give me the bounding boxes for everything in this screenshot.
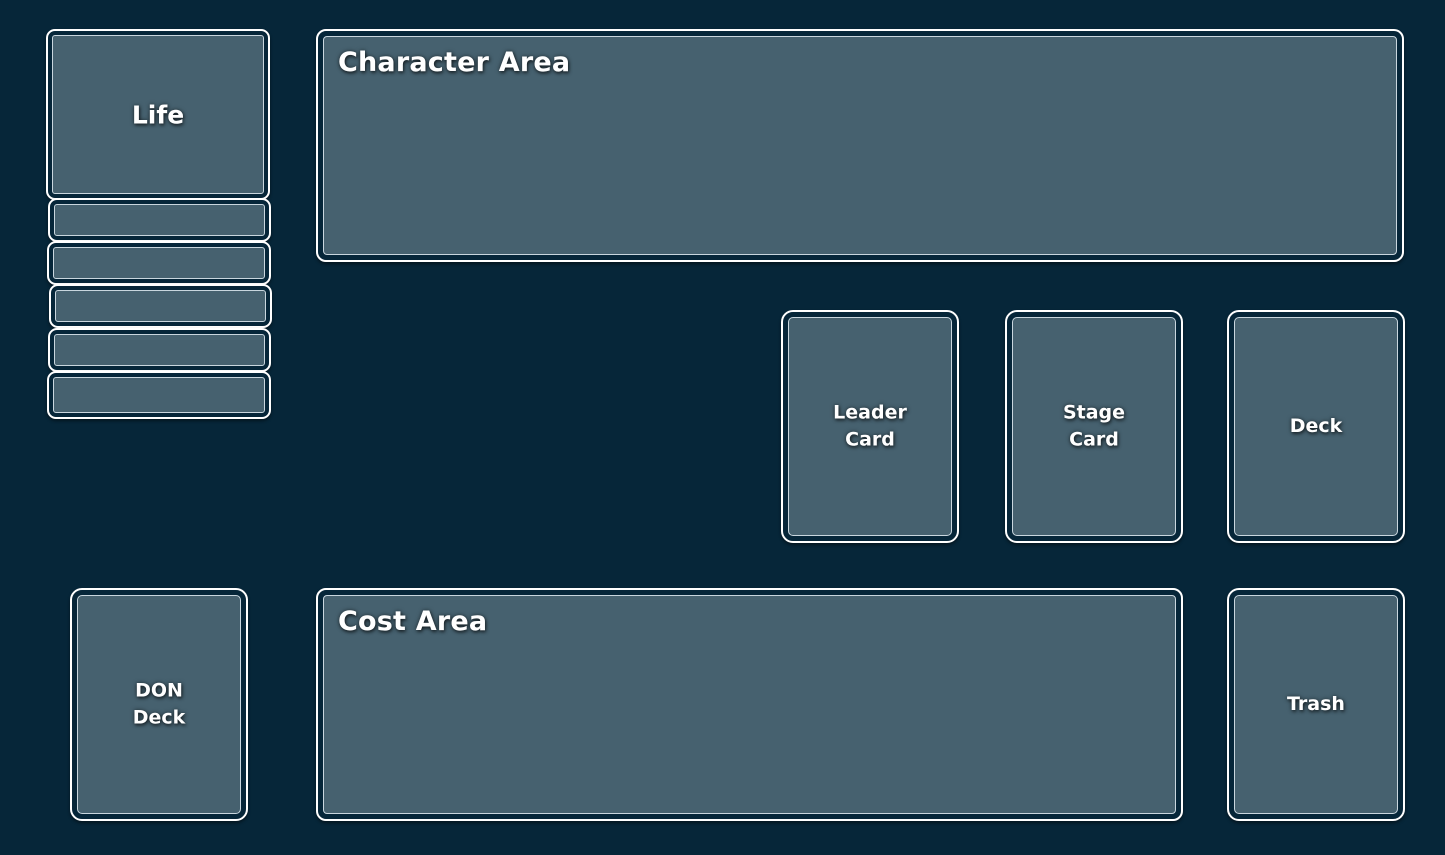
don-deck-surface: DON Deck: [77, 595, 241, 814]
leader-card[interactable]: Leader Card: [781, 310, 959, 543]
leader-card-label: Leader Card: [833, 400, 907, 451]
cost-area[interactable]: Cost Area: [316, 588, 1183, 821]
deck-surface: Deck: [1234, 317, 1398, 536]
deck[interactable]: Deck: [1227, 310, 1405, 543]
stage-card-label: Stage Card: [1062, 400, 1126, 451]
deck-label: Deck: [1289, 414, 1343, 437]
cost-area-label: Cost Area: [338, 606, 488, 637]
game-board: Life Character Area Leader Card Stage Card…: [0, 0, 1445, 855]
life-card-face: [53, 247, 265, 279]
don-deck-label: DON Deck: [132, 678, 186, 729]
character-area-surface: Character Area: [323, 36, 1397, 255]
life-card[interactable]: [48, 198, 271, 242]
life-card[interactable]: [47, 241, 271, 285]
trash-surface: Trash: [1234, 595, 1398, 814]
life-card-face: [53, 377, 265, 413]
character-area-label: Character Area: [338, 47, 571, 78]
life-card-face: Life: [52, 35, 264, 194]
life-card[interactable]: [49, 284, 272, 328]
life-card[interactable]: [48, 328, 271, 372]
life-card-face: [54, 334, 265, 366]
life-card-top[interactable]: Life: [46, 29, 270, 200]
don-deck[interactable]: DON Deck: [70, 588, 248, 821]
life-card-face: [54, 204, 265, 236]
stage-card[interactable]: Stage Card: [1005, 310, 1183, 543]
trash-label: Trash: [1287, 692, 1345, 715]
life-card-face: [55, 290, 266, 322]
trash[interactable]: Trash: [1227, 588, 1405, 821]
life-label: Life: [131, 100, 185, 129]
stage-card-surface: Stage Card: [1012, 317, 1176, 536]
cost-area-surface: Cost Area: [323, 595, 1176, 814]
life-card[interactable]: [47, 371, 271, 419]
leader-card-surface: Leader Card: [788, 317, 952, 536]
character-area[interactable]: Character Area: [316, 29, 1404, 262]
